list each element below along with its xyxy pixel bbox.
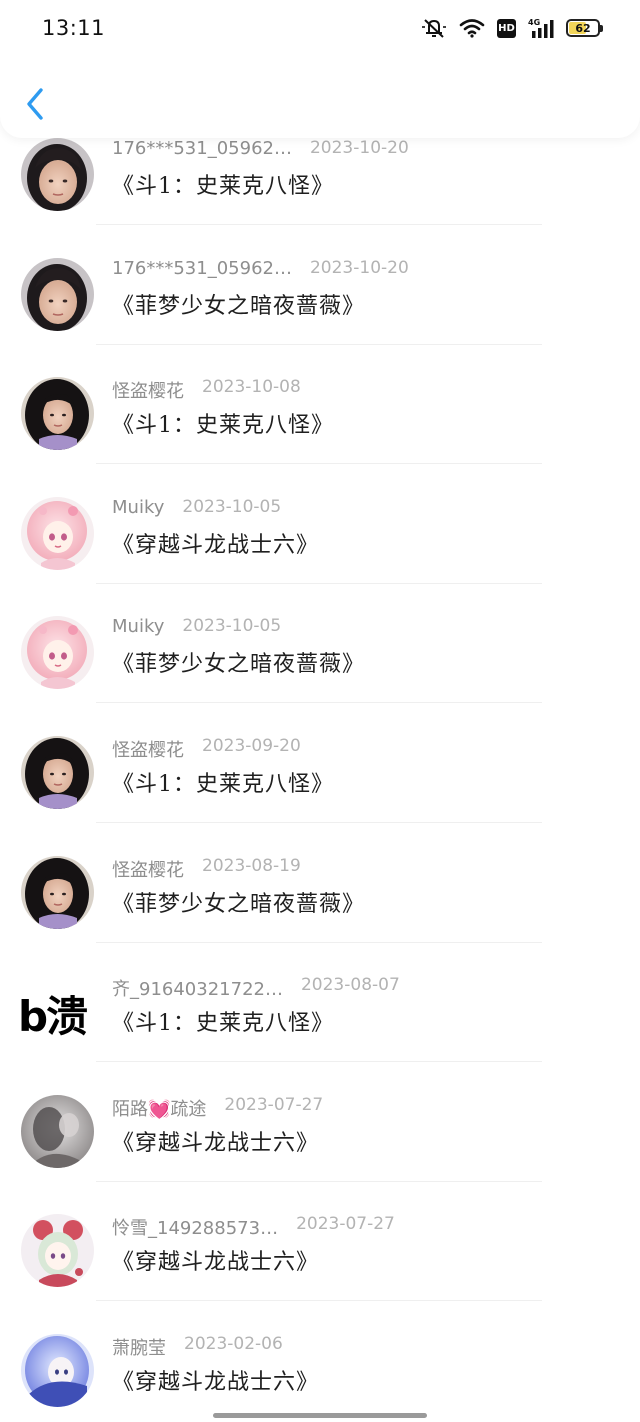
battery-icon: 62 (566, 19, 603, 37)
status-bar: 13:11 HD 4G 62 (0, 0, 640, 56)
divider (96, 941, 542, 943)
avatar[interactable] (21, 1094, 94, 1168)
record-meta: 怪盗樱花 2023-08-19 (112, 856, 452, 882)
book-title[interactable]: 《斗1：史莱克八怪》 (112, 168, 334, 200)
user-name[interactable]: 怜雪_149288573… (112, 1214, 278, 1240)
avatar[interactable] (21, 377, 94, 451)
list-item[interactable]: 176***531_05962… 2023-10-20 《菲梦少女之暗夜蔷薇》 (0, 257, 640, 378)
record-date: 2023-08-07 (300, 975, 400, 996)
divider (96, 1300, 542, 1302)
record-date: 2023-10-05 (182, 616, 282, 637)
list-item[interactable]: 怜雪_149288573… 2023-07-27 《穿越斗龙战士六》 (0, 1214, 640, 1334)
list-item[interactable]: b溃 齐_91640321722… 2023-08-07 《斗1：史莱克八怪》 (0, 975, 640, 1095)
hd-icon: HD (497, 18, 516, 38)
avatar[interactable] (21, 855, 94, 929)
divider (96, 1180, 542, 1182)
record-date: 2023-10-05 (182, 496, 282, 517)
book-title[interactable]: 《菲梦少女之暗夜蔷薇》 (112, 288, 365, 320)
avatar[interactable] (21, 616, 94, 690)
chevron-left-icon (27, 88, 43, 120)
record-meta: Muiky 2023-10-05 (112, 616, 452, 642)
user-name[interactable]: 萧腕莹 (112, 1334, 166, 1360)
book-title[interactable]: 《斗1：史莱克八怪》 (112, 1005, 334, 1037)
record-date: 2023-10-08 (202, 377, 301, 398)
user-name[interactable]: 齐_91640321722… (112, 975, 283, 1001)
divider (96, 224, 542, 225)
avatar[interactable] (21, 1334, 94, 1407)
divider (96, 1061, 542, 1063)
record-date: 2023-08-19 (202, 855, 301, 876)
user-name[interactable]: 怪盗樱花 (112, 377, 184, 403)
book-title[interactable]: 《穿越斗龙战士六》 (112, 1125, 319, 1157)
record-meta: Muiky 2023-10-05 (112, 497, 452, 523)
record-meta: 怜雪_149288573… 2023-07-27 (112, 1214, 452, 1240)
user-name[interactable]: 怪盗樱花 (112, 856, 184, 882)
user-name[interactable]: Muiky (112, 497, 164, 518)
list-item[interactable]: 怪盗樱花 2023-08-19 《菲梦少女之暗夜蔷薇》 (0, 855, 640, 976)
avatar[interactable] (21, 138, 94, 211)
book-title[interactable]: 《斗1：史莱克八怪》 (112, 407, 334, 439)
mute-icon (422, 19, 446, 38)
record-meta: 176***531_05962… 2023-10-20 (112, 258, 452, 284)
record-meta: 萧腕莹 2023-02-06 (112, 1334, 452, 1360)
list-item[interactable]: Muiky 2023-10-05 《菲梦少女之暗夜蔷薇》 (0, 616, 640, 736)
record-date: 2023-07-27 (296, 1214, 395, 1235)
avatar[interactable] (21, 1214, 94, 1288)
avatar[interactable] (21, 496, 94, 570)
back-button[interactable] (18, 82, 52, 126)
avatar[interactable] (21, 257, 94, 331)
battery-level: 62 (575, 21, 591, 35)
user-name[interactable]: 176***531_05962… (112, 138, 292, 159)
record-meta: 陌路💓疏途 2023-07-27 (112, 1095, 452, 1121)
avatar[interactable] (21, 736, 94, 809)
divider (96, 463, 542, 465)
divider (96, 702, 542, 704)
book-title[interactable]: 《菲梦少女之暗夜蔷薇》 (112, 646, 365, 678)
list-item[interactable]: 怪盗樱花 2023-09-20 《斗1：史莱克八怪》 (0, 736, 640, 856)
user-name[interactable]: 怪盗樱花 (112, 736, 184, 762)
record-date: 2023-02-06 (184, 1334, 283, 1354)
wifi-icon (459, 19, 485, 38)
user-name[interactable]: Muiky (112, 616, 164, 637)
signal-icon: 4G (528, 18, 554, 38)
record-meta: 怪盗樱花 2023-10-08 (112, 377, 452, 403)
book-title[interactable]: 《菲梦少女之暗夜蔷薇》 (112, 886, 365, 918)
record-meta: 齐_91640321722… 2023-08-07 (112, 975, 452, 1001)
record-date: 2023-10-20 (309, 138, 409, 158)
user-name[interactable]: 176***531_05962… (112, 258, 292, 279)
status-time: 13:11 (42, 16, 106, 40)
record-meta: 怪盗樱花 2023-09-20 (112, 736, 452, 762)
record-date: 2023-07-27 (224, 1094, 324, 1115)
book-title[interactable]: 《穿越斗龙战士六》 (112, 1364, 319, 1396)
list-item[interactable]: 陌路💓疏途 2023-07-27 《穿越斗龙战士六》 (0, 1094, 640, 1215)
list-item[interactable]: 萧腕莹 2023-02-06 《穿越斗龙战士六》 (0, 1334, 640, 1422)
divider (96, 343, 542, 345)
record-date: 2023-09-20 (202, 736, 301, 756)
record-date: 2023-10-20 (309, 257, 409, 278)
user-name[interactable]: 陌路💓疏途 (112, 1095, 206, 1121)
home-indicator[interactable] (213, 1413, 427, 1418)
avatar[interactable]: b溃 (18, 983, 98, 1043)
network-label: 4G (528, 18, 540, 27)
screen: 13:11 HD 4G 62 176***531_05962… 2023-10-… (0, 0, 640, 1422)
book-title[interactable]: 《穿越斗龙战士六》 (112, 527, 319, 559)
list-item[interactable]: 怪盗樱花 2023-10-08 《斗1：史莱克八怪》 (0, 377, 640, 497)
list-item[interactable]: 176***531_05962… 2023-10-20 《斗1：史莱克八怪》 (0, 138, 640, 258)
status-icons: HD 4G 62 (421, 17, 603, 39)
book-title[interactable]: 《穿越斗龙战士六》 (112, 1244, 319, 1276)
divider (96, 582, 542, 584)
record-meta: 176***531_05962… 2023-10-20 (112, 138, 452, 164)
divider (96, 822, 542, 823)
list-item[interactable]: Muiky 2023-10-05 《穿越斗龙战士六》 (0, 496, 640, 617)
book-title[interactable]: 《斗1：史莱克八怪》 (112, 766, 334, 798)
